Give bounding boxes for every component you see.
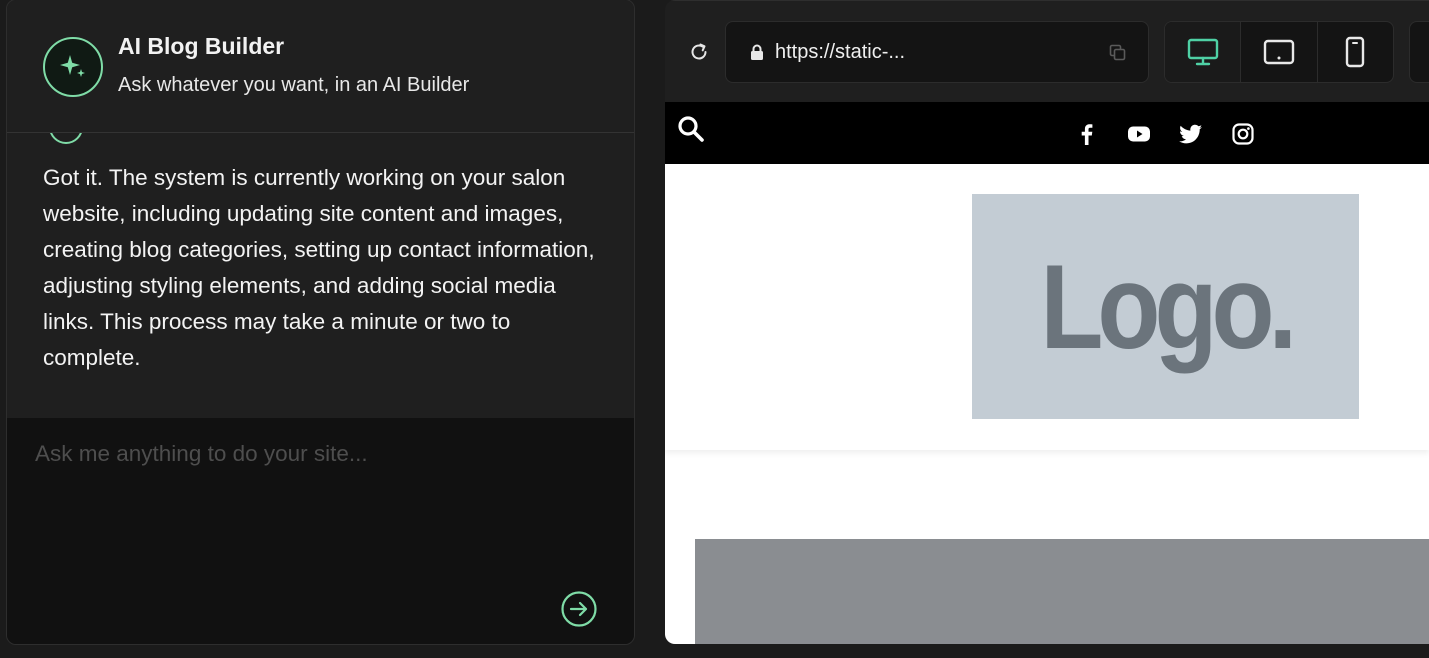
app-root: AI Blog Builder Ask whatever you want, i…: [0, 0, 1429, 658]
site-preview-panel: https://static-... Logo.: [665, 0, 1429, 644]
chat-input[interactable]: [35, 434, 605, 474]
site-header: Logo.: [665, 164, 1429, 450]
arrow-right-circle-icon: [561, 591, 597, 627]
site-viewport: Logo.: [665, 102, 1429, 644]
chat-header: AI Blog Builder Ask whatever you want, i…: [7, 0, 634, 133]
chat-panel: AI Blog Builder Ask whatever you want, i…: [6, 0, 635, 645]
reload-button[interactable]: [687, 40, 711, 64]
search-icon[interactable]: [677, 115, 705, 143]
send-button[interactable]: [560, 590, 598, 628]
tablet-view-button[interactable]: [1241, 22, 1318, 82]
toolbar-more-button[interactable]: [1409, 21, 1429, 83]
site-topbar: [665, 102, 1429, 164]
mobile-view-button[interactable]: [1318, 22, 1393, 82]
facebook-icon[interactable]: [1075, 122, 1099, 146]
app-title: AI Blog Builder: [118, 33, 285, 59]
logo-text: Logo.: [1040, 239, 1297, 374]
url-text: https://static-...: [775, 41, 906, 63]
desktop-icon: [1187, 38, 1218, 66]
youtube-icon[interactable]: [1127, 122, 1151, 146]
url-bar[interactable]: https://static-...: [725, 21, 1149, 83]
assistant-message: Got it. The system is currently working …: [43, 165, 595, 370]
tablet-icon: [1263, 39, 1295, 65]
twitter-icon[interactable]: [1179, 122, 1203, 146]
app-subtitle: Ask whatever you want, in an AI Builder: [118, 74, 470, 96]
instagram-icon[interactable]: [1231, 122, 1255, 146]
mobile-icon: [1346, 36, 1365, 68]
sparkle-icon: [43, 37, 103, 97]
site-logo[interactable]: Logo.: [972, 194, 1359, 419]
copy-icon[interactable]: [1109, 44, 1126, 61]
lock-icon: [751, 44, 763, 60]
desktop-view-button[interactable]: [1165, 22, 1242, 82]
composer: [7, 418, 634, 644]
preview-toolbar: https://static-...: [665, 0, 1429, 102]
device-switcher: [1164, 21, 1394, 83]
reload-icon: [691, 43, 707, 60]
hero-image-placeholder: [695, 539, 1429, 644]
